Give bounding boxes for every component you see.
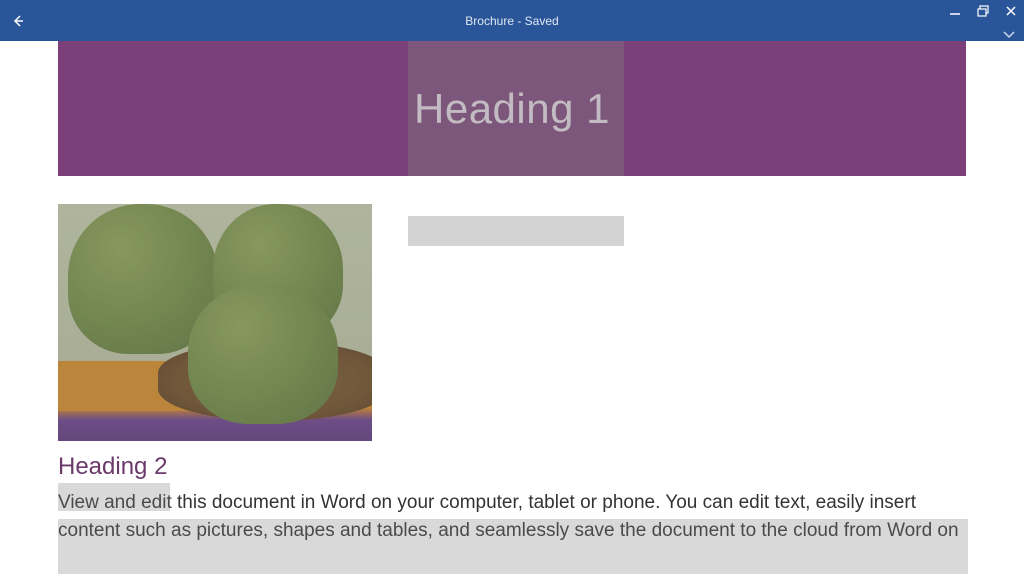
heading-2[interactable]: Heading 2 [58,453,167,481]
restore-icon [977,5,989,17]
document-image[interactable] [58,204,372,441]
document-title: Brochure - Saved [465,14,558,28]
close-icon [1005,5,1017,17]
close-button[interactable] [1004,4,1018,18]
minimize-button[interactable] [948,4,962,18]
heading-1[interactable]: Heading 1 [414,85,610,133]
title-bar: Brochure - Saved [0,0,1024,41]
back-button[interactable] [6,9,30,33]
selection-highlight [58,519,968,574]
back-arrow-icon [11,14,25,28]
minimize-icon [949,5,961,17]
image-artichoke [188,284,338,424]
chevron-down-icon [1002,29,1016,39]
window-controls [948,4,1018,18]
hero-banner: Heading 1 [58,41,966,176]
ribbon-toggle-button[interactable] [1002,29,1016,39]
restore-button[interactable] [976,4,990,18]
selection-highlight [58,483,170,511]
document-canvas[interactable]: Heading 1 Heading 2 View and edit this d… [0,41,1024,535]
